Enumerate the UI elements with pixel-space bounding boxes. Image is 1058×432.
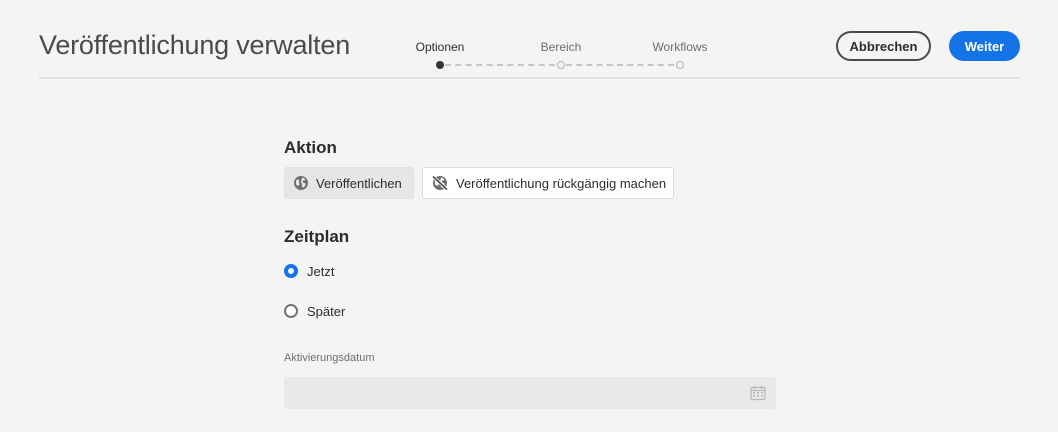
unpublish-button-label: Veröffentlichung rückgängig machen <box>456 175 667 191</box>
radio-now[interactable] <box>284 264 298 278</box>
activation-date-label: Aktivierungsdatum <box>284 352 375 364</box>
activation-date-input[interactable] <box>284 377 744 407</box>
action-section-title: Aktion <box>284 138 337 157</box>
step-label-options[interactable]: Optionen <box>416 40 465 54</box>
step-connector <box>566 64 674 66</box>
radio-now-label: Jetzt <box>307 263 335 279</box>
page-title: Veröffentlichung verwalten <box>39 30 351 60</box>
step-connector <box>445 64 555 66</box>
cancel-button[interactable]: Abbrechen <box>836 31 931 61</box>
radio-later[interactable] <box>284 304 298 318</box>
next-button[interactable]: Weiter <box>949 31 1020 61</box>
schedule-later-option[interactable]: Später <box>284 303 345 319</box>
publish-button-label: Veröffentlichen <box>316 175 402 191</box>
header-bar: Veröffentlichung verwalten Optionen Bere… <box>39 0 1020 79</box>
step-dot-scope <box>557 61 565 69</box>
globe-strike-icon <box>431 175 449 191</box>
calendar-icon[interactable] <box>750 385 766 401</box>
activation-date-field[interactable] <box>284 377 776 409</box>
radio-later-label: Später <box>307 303 346 319</box>
step-dot-options <box>436 61 444 69</box>
step-label-workflows[interactable]: Workflows <box>652 40 707 54</box>
schedule-now-option[interactable]: Jetzt <box>284 263 334 279</box>
manage-publication-page: Veröffentlichung verwalten Optionen Bere… <box>0 0 1058 432</box>
wizard-stepper: Optionen Bereich Workflows <box>378 0 708 79</box>
step-dot-workflows <box>676 61 684 69</box>
unpublish-button[interactable]: Veröffentlichung rückgängig machen <box>422 167 674 199</box>
step-label-scope[interactable]: Bereich <box>541 40 582 54</box>
schedule-section-title: Zeitplan <box>284 227 350 246</box>
publish-button[interactable]: Veröffentlichen <box>284 167 414 199</box>
globe-icon <box>294 176 308 190</box>
